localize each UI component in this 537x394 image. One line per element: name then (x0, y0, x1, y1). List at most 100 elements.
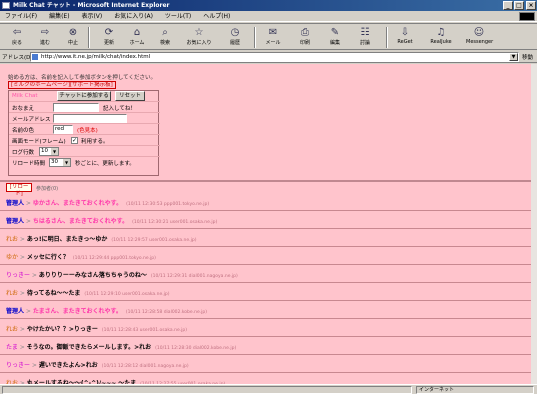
close-button[interactable]: × (526, 1, 536, 10)
maximize-button[interactable]: □ (514, 1, 524, 10)
stop-icon: ⊗ (68, 27, 78, 38)
toolbar-button-edit[interactable]: ✎ 編集 (322, 26, 348, 49)
go-button[interactable]: 移動 (522, 53, 533, 61)
message-text: ゆかさん、またきておくれやす。 (32, 200, 123, 207)
toolbar-button-home[interactable]: ⌂ ホーム (124, 26, 150, 49)
ie-app-icon (2, 2, 10, 9)
color-input[interactable]: red (53, 125, 73, 134)
toolbar-button-mail[interactable]: ✉ メール (260, 26, 286, 49)
frame-mode-checkbox[interactable]: ✓ (71, 137, 78, 144)
toolbar-button-discuss[interactable]: ☷ 討論 (352, 26, 378, 49)
mail-label: メールアドレス (12, 117, 51, 123)
color-sample-link[interactable]: (色見本) (77, 126, 98, 134)
menu-tools[interactable]: ツール(T) (160, 11, 196, 22)
toolbar-button-label: 戻る (11, 40, 22, 46)
security-zone: インターネット (416, 386, 534, 394)
mail-input[interactable] (53, 114, 127, 123)
toolbar-button-reget[interactable]: ⇩ ReGet (392, 26, 418, 49)
toolbar-separator (88, 27, 90, 48)
log-lines-value: 10 (41, 148, 48, 154)
chat-message-row: れお > 待ってるね～～たま (10/11 12:29:10 user001.os… (0, 283, 537, 301)
message-author: たま (6, 344, 18, 351)
message-separator: > (18, 236, 27, 243)
vertical-scrollbar[interactable] (531, 64, 537, 384)
reload-time-note: 秒ごとに、更新します。 (75, 161, 135, 167)
edit-icon: ✎ (330, 27, 340, 38)
menu-help[interactable]: ヘルプ(H) (198, 11, 235, 22)
search-icon: ⌕ (162, 27, 168, 38)
address-dropdown-icon[interactable]: ▼ (509, 53, 518, 61)
toolbar-button-label: 更新 (103, 40, 114, 46)
homepage-links[interactable]: [ミルクのホームページ][サポート掲示板] (8, 81, 116, 89)
chat-message: りっきー > ありりりーーみなさん落ちちゃうのね～ (10/11 12:29:31… (6, 270, 238, 279)
menu-view[interactable]: 表示(V) (76, 11, 107, 22)
log-lines-select[interactable]: 10 ▼ (39, 147, 59, 156)
toolbar-button-label: ReGet (397, 39, 413, 45)
toolbar-button-refresh[interactable]: ⟳ 更新 (96, 26, 122, 49)
toolbar-button-label: 印刷 (299, 40, 310, 46)
chat-message: 管理人 > ちはるさん、またきておくれやす。 (10/11 12:30:21 us… (6, 216, 217, 225)
form-row-mail: メールアドレス (9, 113, 160, 124)
window-title: Milk Chat チャット - Microsoft Internet Expl… (13, 2, 170, 9)
toolbar-button-label: Messenger (466, 39, 494, 45)
chat-title-label: Milk Chat (12, 93, 38, 99)
reset-button[interactable]: リセット (115, 91, 145, 101)
toolbar-button-print[interactable]: ⎙ 印刷 (292, 26, 318, 49)
menu-edit[interactable]: 編集(E) (44, 11, 74, 22)
message-author: 管理人 (6, 308, 25, 315)
history-icon: ◷ (230, 27, 240, 38)
toolbar-button-history[interactable]: ◷ 履歴 (222, 26, 248, 49)
chat-message: たま > そうなの。御飯できたらメールします。>れお (10/11 12:28:3… (6, 342, 236, 351)
message-author: りっきー (6, 272, 31, 279)
toolbar-button-label: お気に入り (186, 40, 212, 46)
name-input[interactable] (53, 103, 99, 112)
toolbar-button-realjukebox[interactable]: ♫ RealJuke (428, 26, 454, 49)
chat-message-row: れお > あっ!に明日、またきっ～ゆか (10/11 12:29:57 user0… (0, 229, 537, 247)
toolbar-button-label: 進む (39, 40, 50, 46)
toolbar-button-label: 中止 (67, 40, 78, 46)
join-chat-button[interactable]: チャットに参加する (57, 91, 111, 101)
menu-favorites[interactable]: お気に入り(A) (109, 11, 158, 22)
chat-message-row: りっきー > 遅いできたよん>れお (10/11 12:28:12 dial001… (0, 355, 537, 373)
mail-icon: ✉ (268, 27, 278, 38)
message-separator: > (30, 362, 39, 369)
message-meta: (10/11 12:29:57 user001.osaka.ne.jp) (111, 238, 197, 243)
chat-message-row: れお > やけたかい？？>りっきー (10/11 12:28:43 user001… (0, 319, 537, 337)
toolbar-separator (254, 27, 256, 48)
address-input[interactable]: http://www.it.ne.jp/milk/chat/index.html (30, 52, 519, 62)
chat-message-row: 管理人 > ちはるさん、またきておくれやす。 (10/11 12:30:21 us… (0, 211, 537, 229)
toolbar-button-messenger[interactable]: ☺ Messenger (466, 26, 494, 49)
message-author: りっきー (6, 362, 31, 369)
favorites-icon: ☆ (194, 27, 204, 38)
message-meta: (10/11 12:28:43 user001.osaka.ne.jp) (101, 328, 188, 333)
title-bar[interactable]: Milk Chat チャット - Microsoft Internet Expl… (0, 0, 537, 11)
toolbar-button-favorites[interactable]: ☆ お気に入り (186, 26, 212, 49)
form-row-lines: ログ行数 10 ▼ (9, 146, 160, 157)
message-text: ちはるさん、またきておくれやす。 (32, 218, 129, 225)
form-row-frame: 画面モード(フレーム) ✓ 利用する。 (9, 135, 160, 146)
form-row-title: Milk Chat チャットに参加する リセット (9, 91, 160, 102)
reload-button[interactable]: [リロード] (6, 183, 32, 197)
toolbar-button-stop[interactable]: ⊗ 中止 (60, 26, 86, 49)
browser-window: Milk Chat チャット - Microsoft Internet Expl… (0, 0, 537, 394)
chat-message: 管理人 > たまさん、またきておくれやす。 (10/11 12:28:58 dia… (6, 306, 207, 315)
message-separator: > (17, 344, 27, 351)
toolbar-button-label: 編集 (329, 40, 340, 46)
toolbar-button-search[interactable]: ⌕ 検索 (152, 26, 178, 49)
message-meta: (10/11 12:29:31 dial001.nagoya.ne.jp) (150, 274, 238, 279)
toolbar-button-back-arrow[interactable]: ⇦ 戻る (4, 26, 30, 49)
log-lines-label: ログ行数 (12, 150, 35, 156)
windows-logo-icon (519, 12, 535, 21)
messenger-icon: ☺ (473, 27, 485, 38)
message-meta: (10/11 12:29:44 ppp001.tokyo.ne.jp) (72, 256, 156, 261)
minimize-button[interactable]: _ (503, 1, 513, 10)
status-bar: インターネット (0, 384, 537, 394)
chat-message: れお > やけたかい？？>りっきー (10/11 12:28:43 user001… (6, 324, 187, 333)
message-author: 管理人 (6, 200, 25, 207)
toolbar-button-forward-arrow[interactable]: ⇨ 進む (32, 26, 58, 49)
home-icon: ⌂ (133, 27, 141, 38)
message-separator: > (24, 200, 33, 207)
menu-file[interactable]: ファイル(F) (0, 11, 42, 22)
chevron-down-icon: ▼ (63, 159, 70, 166)
reload-time-select[interactable]: 30 ▼ (49, 158, 71, 167)
